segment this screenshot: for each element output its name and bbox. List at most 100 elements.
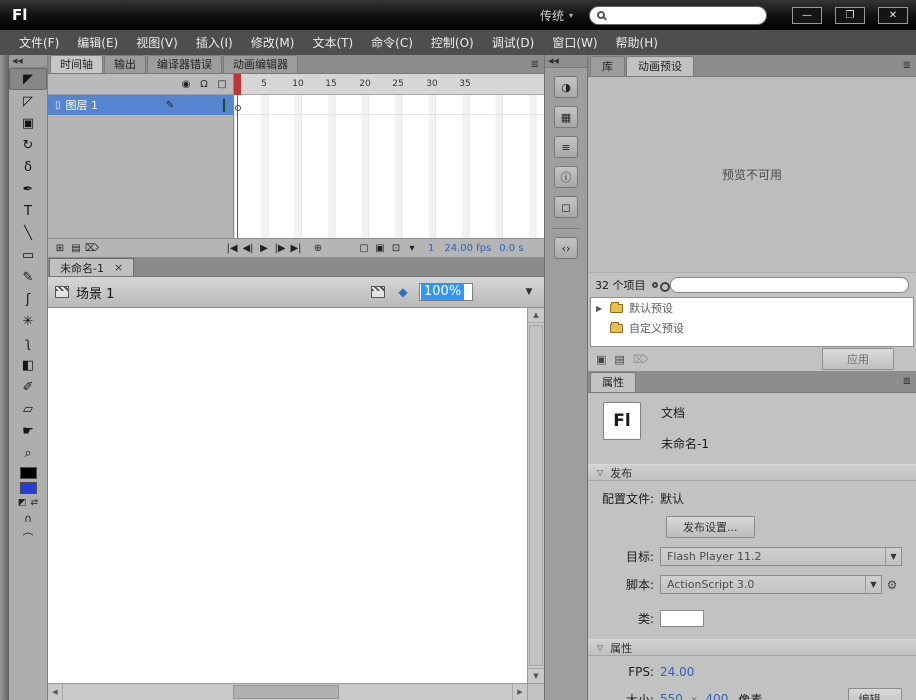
tab-motion-editor[interactable]: 动画编辑器 [223,55,298,73]
zoom-tool[interactable]: ⌕ [9,442,47,464]
center-frame-button[interactable]: ⊕ [310,243,326,254]
frame-rate-value[interactable]: 24.00 fps [444,243,491,254]
preset-search-input[interactable] [669,277,909,293]
swap-colors-button[interactable]: ⇄ [30,498,38,508]
expand-panels-icon[interactable]: ◀◀ [545,55,587,68]
menu-view[interactable]: 视图(V) [127,31,187,54]
tab-motion-presets[interactable]: 动画预设 [626,56,694,76]
document-name[interactable]: 未命名-1 [661,435,709,452]
current-frame-value[interactable]: 1 [428,243,434,254]
layer-name[interactable]: 图层 1 [66,97,161,113]
preset-folder-label[interactable]: 默认预设 [629,300,673,316]
save-preset-button[interactable]: ▣ [596,353,606,366]
scroll-up-arrow[interactable]: ▲ [528,308,544,323]
close-button[interactable]: ✕ [878,6,908,24]
new-preset-folder-button[interactable]: ▤ [614,353,624,366]
panel-menu-icon[interactable]: ≣ [531,59,539,70]
tab-output[interactable]: 输出 [104,55,146,73]
class-input[interactable] [660,610,704,627]
scroll-left-arrow[interactable]: ◀ [48,684,63,700]
panel-menu-icon[interactable]: ≣ [903,60,911,71]
new-layer-button[interactable]: ⊞ [52,243,68,254]
modify-markers-button[interactable]: ▾ [404,243,420,254]
target-dropdown[interactable]: Flash Player 11.2 ▼ [660,547,902,566]
eye-icon[interactable]: ◉ [177,79,195,90]
horizontal-scroll-thumb[interactable] [233,685,339,699]
subselection-tool[interactable]: ◸ [9,90,47,112]
free-transform-tool[interactable]: ▣ [9,112,47,134]
menu-commands[interactable]: 命令(C) [362,31,422,54]
frames-grid[interactable]: 5 10 15 20 25 30 35 [234,74,544,238]
menu-text[interactable]: 文本(T) [303,31,362,54]
onion-skin-outlines-button[interactable]: ▣ [372,243,388,254]
align-panel-icon[interactable]: ≡ [554,136,578,158]
fill-color-chip[interactable] [19,482,37,494]
outline-icon[interactable]: □ [213,79,231,90]
empty-keyframe-icon[interactable] [235,105,241,111]
3d-rotation-tool[interactable]: ↻ [9,134,47,156]
tab-compiler-errors[interactable]: 编译器错误 [147,55,222,73]
zoom-dropdown-arrow[interactable]: ▼ [521,287,537,297]
menu-file[interactable]: 文件(F) [10,31,68,54]
script-settings-wrench-icon[interactable]: ⚙ [882,578,902,592]
goto-last-frame-button[interactable]: ▶| [288,243,304,254]
info-panel-icon[interactable]: ⓘ [554,166,578,188]
step-back-button[interactable]: ◀| [240,243,256,254]
properties-section-header[interactable]: ▽ 属性 [588,639,916,656]
apply-button[interactable]: 应用 [822,348,894,370]
fps-value[interactable]: 24.00 [660,665,694,679]
vertical-scroll-thumb[interactable] [529,325,543,666]
menu-edit[interactable]: 编辑(E) [68,31,127,54]
list-item[interactable]: ▶ 默认预设 [591,298,913,318]
help-search-box[interactable] [589,5,767,25]
list-item[interactable]: ▶ 自定义预设 [591,318,913,338]
text-tool[interactable]: T [9,200,47,222]
edit-multiple-frames-button[interactable]: ⊡ [388,243,404,254]
scene-label[interactable]: 场景 1 [76,283,114,302]
preset-folder-label[interactable]: 自定义预设 [629,320,684,336]
publish-settings-button[interactable]: 发布设置... [666,516,755,538]
edit-symbols-button[interactable]: ◆ [394,284,412,300]
pen-tool[interactable]: ✒ [9,178,47,200]
horizontal-scrollbar[interactable]: ◀ ▶ [48,683,527,700]
play-button[interactable]: ▶ [256,243,272,254]
new-folder-button[interactable]: ▤ [68,243,84,254]
close-icon[interactable]: × [114,261,123,274]
bone-tool[interactable]: ʅ [9,332,47,354]
menu-debug[interactable]: 调试(D) [483,31,544,54]
lasso-tool[interactable]: δ [9,156,47,178]
playhead[interactable] [234,74,241,95]
onion-skin-button[interactable]: ▢ [356,243,372,254]
smooth-button[interactable]: ⌒ [9,528,47,548]
menu-control[interactable]: 控制(O) [422,31,483,54]
expander-icon[interactable]: ▶ [596,304,604,313]
size-height-value[interactable]: 400 [705,692,728,700]
swatches-panel-icon[interactable]: ▦ [554,106,578,128]
goto-first-frame-button[interactable]: |◀ [224,243,240,254]
color-panel-icon[interactable]: ◑ [554,76,578,98]
restore-button[interactable]: ❐ [835,6,865,24]
layer-frames-row[interactable] [234,95,544,115]
tab-library[interactable]: 库 [590,56,625,76]
vertical-scrollbar[interactable]: ▲ ▼ [527,308,544,683]
paint-bucket-tool[interactable]: ◧ [9,354,47,376]
pencil-tool[interactable]: ✎ [9,266,47,288]
deco-tool[interactable]: ✳ [9,310,47,332]
scroll-down-arrow[interactable]: ▼ [528,668,544,683]
eyedropper-tool[interactable]: ✐ [9,376,47,398]
horizontal-scroll-track[interactable] [63,684,512,700]
script-dropdown[interactable]: ActionScript 3.0 ▼ [660,575,882,594]
eraser-tool[interactable]: ▱ [9,398,47,420]
search-input[interactable] [610,9,759,21]
menu-modify[interactable]: 修改(M) [242,31,304,54]
layer-row[interactable]: ▯ 图层 1 ✎ [48,95,233,115]
stage-canvas[interactable] [48,308,527,683]
document-tab[interactable]: 未命名-1 × [49,258,135,276]
selection-tool[interactable]: ◤ [9,68,47,90]
lock-icon[interactable]: Ω [195,79,213,90]
line-tool[interactable]: ╲ [9,222,47,244]
stroke-color-chip[interactable] [19,467,37,479]
menu-help[interactable]: 帮助(H) [607,31,667,54]
rectangle-tool[interactable]: ▭ [9,244,47,266]
hand-tool[interactable]: ☛ [9,420,47,442]
